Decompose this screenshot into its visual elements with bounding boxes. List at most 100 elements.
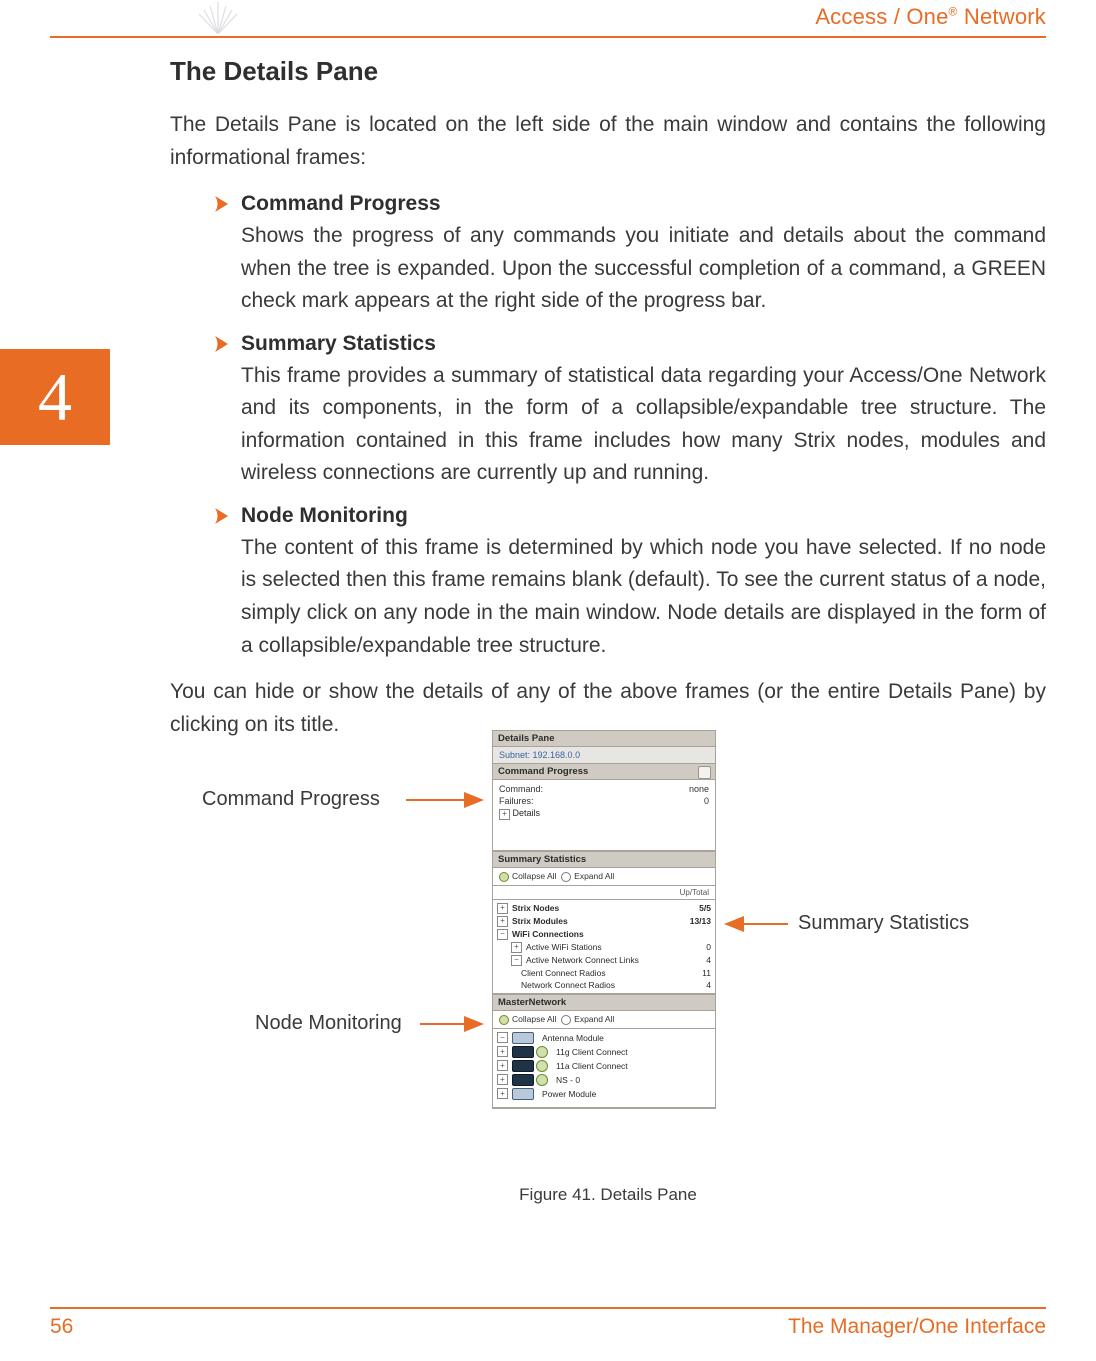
bullet-body: The content of this frame is determined … xyxy=(241,532,1046,662)
collapse-all-label: Collapse All xyxy=(512,871,556,881)
module-icon xyxy=(512,1032,534,1044)
radio-off-icon xyxy=(561,872,571,882)
figure-caption: Figure 41. Details Pane xyxy=(170,1185,1046,1205)
command-progress-body: Command: none Failures: 0 + Details xyxy=(493,780,715,851)
page-number: 56 xyxy=(50,1315,73,1339)
tree-label: 11a Client Connect xyxy=(556,1061,628,1071)
collapse-icon: − xyxy=(497,929,508,940)
radio-on-icon xyxy=(499,1015,509,1025)
bullet-icon xyxy=(214,507,229,525)
status-icon xyxy=(536,1060,548,1072)
bullet-heading: Command Progress xyxy=(241,192,441,216)
chapter-tab: 4 xyxy=(0,349,110,445)
annotation-summary-statistics: Summary Statistics xyxy=(798,912,969,935)
bullet-body: This frame provides a summary of statist… xyxy=(241,360,1046,490)
module-icon xyxy=(512,1060,534,1072)
list-item: Node Monitoring The content of this fram… xyxy=(214,504,1046,662)
page-content: The Details Pane The Details Pane is loc… xyxy=(170,56,1046,759)
tree-label: Strix Modules xyxy=(512,916,568,926)
details-pane-panel: Details Pane Subnet: 192.168.0.0 Command… xyxy=(492,730,716,1109)
tree-label: Active Network Connect Links xyxy=(526,955,639,965)
tree-label: Power Module xyxy=(542,1089,596,1099)
expand-all-label: Expand All xyxy=(574,871,614,881)
tree-label: Strix Nodes xyxy=(512,903,559,913)
tree-label: Client Connect Radios xyxy=(521,968,606,978)
tree-val: 13/13 xyxy=(690,916,711,926)
tree-label: WiFi Connections xyxy=(512,929,584,939)
annotation-command-progress: Command Progress xyxy=(202,788,380,811)
expand-icon: + xyxy=(497,1074,508,1085)
arrow-right-icon xyxy=(420,1014,484,1034)
tree-val: 0 xyxy=(706,942,711,952)
collapse-icon: − xyxy=(511,955,522,966)
section-master-network-header: MasterNetwork xyxy=(493,994,715,1011)
expand-icon: + xyxy=(511,942,522,953)
expand-all-label: Expand All xyxy=(574,1014,614,1024)
tree-label: NS - 0 xyxy=(556,1075,580,1085)
page-footer: 56 The Manager/One Interface xyxy=(50,1307,1046,1339)
tree-val: 11 xyxy=(702,968,711,978)
section-command-progress-header: Command Progress xyxy=(493,764,715,780)
bullet-heading: Summary Statistics xyxy=(241,332,436,356)
radio-on-icon xyxy=(499,872,509,882)
module-icon xyxy=(512,1046,534,1058)
status-icon xyxy=(536,1046,548,1058)
brand-logo xyxy=(195,0,241,34)
expand-icon: + xyxy=(497,903,508,914)
cp-details: Details xyxy=(513,808,541,818)
collapse-expand-row: Collapse All Expand All xyxy=(493,868,715,886)
tree-label: Active WiFi Stations xyxy=(526,942,602,952)
figure: Command Progress Node Monitoring Summary… xyxy=(170,730,1046,1205)
expand-icon: + xyxy=(497,1060,508,1071)
bullet-body: Shows the progress of any commands you i… xyxy=(241,220,1046,318)
bullet-icon xyxy=(214,195,229,213)
module-icon xyxy=(512,1088,534,1100)
header-rule xyxy=(50,36,1046,38)
collapse-expand-row: Collapse All Expand All xyxy=(493,1011,715,1029)
footer-title: The Manager/One Interface xyxy=(788,1315,1046,1339)
radio-off-icon xyxy=(561,1015,571,1025)
stats-col-header: Up/Total xyxy=(493,886,715,900)
bullet-icon xyxy=(214,335,229,353)
tree-val: 4 xyxy=(706,980,711,990)
tree-val: 5/5 xyxy=(699,903,711,913)
tree-label: Antenna Module xyxy=(542,1033,604,1043)
section-label: Command Progress xyxy=(498,766,588,777)
expand-icon: + xyxy=(497,916,508,927)
status-icon xyxy=(536,1074,548,1086)
chapter-number: 4 xyxy=(38,358,72,437)
tree-label: Network Connect Radios xyxy=(521,980,615,990)
tree-val: 4 xyxy=(706,955,711,965)
cp-key: Failures: xyxy=(499,795,534,807)
cp-val: 0 xyxy=(704,795,709,807)
refresh-icon xyxy=(698,766,711,779)
expand-icon: + xyxy=(497,1088,508,1099)
module-icon xyxy=(512,1074,534,1086)
expand-icon: + xyxy=(499,809,510,820)
product-suffix: Network xyxy=(958,4,1046,29)
product-header: Access / One® Network xyxy=(815,4,1046,30)
intro-paragraph: The Details Pane is located on the left … xyxy=(170,109,1046,174)
reg-mark: ® xyxy=(949,5,958,19)
cp-key: Command: xyxy=(499,783,543,795)
annotation-node-monitoring: Node Monitoring xyxy=(255,1012,402,1035)
page-title: The Details Pane xyxy=(170,56,1046,87)
panel-title: Details Pane xyxy=(493,731,715,747)
list-item: Command Progress Shows the progress of a… xyxy=(214,192,1046,318)
master-network-tree: − Antenna Module +11g Client Connect +11a… xyxy=(493,1029,715,1108)
bullet-heading: Node Monitoring xyxy=(241,504,408,528)
footer-rule xyxy=(50,1307,1046,1309)
arrow-left-icon xyxy=(724,914,788,934)
product-name: Access / One xyxy=(815,4,948,29)
cp-val: none xyxy=(689,783,709,795)
tree-label: 11g Client Connect xyxy=(556,1047,628,1057)
summary-tree: +Strix Nodes5/5 +Strix Modules13/13 −WiF… xyxy=(493,900,715,994)
collapse-all-label: Collapse All xyxy=(512,1014,556,1024)
arrow-right-icon xyxy=(406,790,484,810)
section-summary-statistics-header: Summary Statistics xyxy=(493,851,715,868)
panel-subnet: Subnet: 192.168.0.0 xyxy=(493,747,715,764)
list-item: Summary Statistics This frame provides a… xyxy=(214,332,1046,490)
expand-icon: + xyxy=(497,1046,508,1057)
collapse-icon: − xyxy=(497,1032,508,1043)
bullet-list: Command Progress Shows the progress of a… xyxy=(214,192,1046,662)
